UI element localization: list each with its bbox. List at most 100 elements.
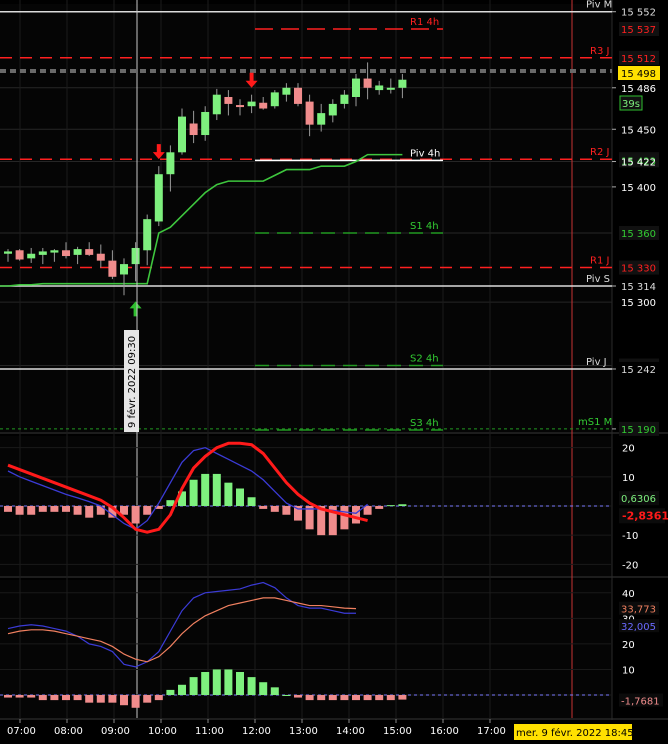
candle-body bbox=[143, 219, 152, 251]
adx-histogram-bar bbox=[201, 672, 210, 695]
adx-histogram-bar bbox=[340, 695, 349, 701]
level-label: R2 J bbox=[590, 147, 609, 158]
adx-histogram-bar bbox=[154, 695, 163, 701]
candle-body bbox=[166, 152, 175, 175]
time-axis-label: 08:00 bbox=[54, 726, 83, 737]
macd-histogram-bar bbox=[143, 506, 152, 515]
macd-axis-label: 20 bbox=[622, 444, 635, 455]
candle-body bbox=[73, 249, 82, 255]
candle-body bbox=[212, 94, 221, 115]
crosshair-time-text: 9 févr. 2022 09:30 bbox=[126, 336, 138, 428]
macd-histogram-bar bbox=[236, 488, 244, 506]
adx-histogram-bar bbox=[143, 695, 152, 703]
candle-body bbox=[386, 87, 395, 90]
candle-body bbox=[259, 102, 268, 109]
macd-histogram-bar bbox=[201, 473, 210, 506]
adx-histogram-bar bbox=[96, 695, 105, 703]
price-axis-badge-text: 15 537 bbox=[621, 25, 656, 36]
price-axis-badge-text: 15 512 bbox=[621, 54, 656, 65]
candle-body bbox=[201, 111, 210, 136]
adx-histogram-bar bbox=[27, 695, 36, 698]
macd-histogram-bar bbox=[15, 506, 24, 515]
time-axis-label: 12:00 bbox=[242, 726, 271, 737]
candle-body bbox=[247, 101, 256, 107]
macd-histogram-bar bbox=[212, 473, 221, 506]
macd-histogram-bar bbox=[4, 506, 12, 512]
adx-histogram-bar bbox=[282, 695, 291, 696]
candle-body bbox=[4, 251, 12, 254]
adx-histogram-bar bbox=[108, 695, 117, 703]
candle-body bbox=[38, 251, 47, 255]
level-label: Piv M bbox=[586, 0, 612, 11]
level-label: S3 4h bbox=[410, 418, 439, 429]
macd-histogram-bar bbox=[38, 506, 47, 512]
adx-axis-label: 10 bbox=[622, 665, 635, 676]
adx-histogram-bar bbox=[247, 677, 256, 695]
time-axis-label: 14:00 bbox=[336, 726, 365, 737]
adx-value-text: 32,005 bbox=[621, 622, 656, 633]
adx-value-text: 33,773 bbox=[621, 605, 656, 616]
price-axis-label: 15 400 bbox=[621, 183, 656, 194]
level-label: R3 J bbox=[590, 46, 609, 57]
candle-body bbox=[305, 101, 314, 125]
macd-histogram-bar bbox=[131, 506, 140, 524]
macd-histogram-bar bbox=[398, 504, 407, 506]
adx-histogram-bar bbox=[73, 695, 82, 701]
macd-histogram-bar bbox=[375, 506, 384, 509]
level-label: S1 4h bbox=[410, 221, 439, 232]
macd-histogram-bar bbox=[363, 506, 372, 515]
time-axis-label: 10:00 bbox=[148, 726, 177, 737]
macd-histogram-bar bbox=[73, 506, 82, 515]
candle-body bbox=[27, 253, 36, 259]
adx-histogram-bar bbox=[224, 669, 233, 695]
adx-histogram-bar bbox=[352, 695, 360, 701]
candle-body bbox=[236, 105, 244, 108]
time-axis-label: 15:00 bbox=[383, 726, 412, 737]
macd-histogram-bar bbox=[352, 506, 360, 524]
candle-body bbox=[352, 78, 360, 97]
macd-histogram-bar bbox=[270, 506, 279, 512]
adx-axis-label: 20 bbox=[622, 640, 635, 651]
candle-body bbox=[398, 79, 407, 88]
candle-body bbox=[108, 260, 117, 277]
adx-histogram-bar bbox=[50, 695, 59, 701]
candle-body bbox=[85, 249, 94, 255]
trading-chart: R1 4h15 537R3 J15 512R2 J15 424Piv 4h15 … bbox=[0, 0, 668, 740]
candle-body bbox=[189, 123, 198, 136]
level-label: S2 4h bbox=[410, 354, 439, 365]
adx-histogram-bar bbox=[212, 669, 221, 695]
adx-histogram-bar bbox=[131, 695, 140, 708]
candle-body bbox=[317, 113, 326, 125]
adx-histogram-bar bbox=[270, 687, 279, 695]
adx-histogram-text: -1,7681 bbox=[621, 697, 660, 708]
macd-axis-label: -10 bbox=[622, 531, 638, 542]
adx-histogram-bar bbox=[328, 695, 337, 701]
countdown-text: 39s bbox=[622, 99, 640, 110]
candle-body bbox=[178, 116, 186, 153]
macd-axis-label: -20 bbox=[622, 560, 638, 571]
chart-canvas[interactable]: R1 4h15 537R3 J15 512R2 J15 424Piv 4h15 … bbox=[0, 0, 668, 740]
adx-histogram-bar bbox=[375, 695, 384, 701]
macd-histogram-bar bbox=[259, 506, 268, 509]
macd-signal-text: -2,8361 bbox=[622, 509, 668, 522]
price-axis-badge-text: 15 552 bbox=[621, 8, 656, 19]
candle-body bbox=[270, 92, 279, 107]
candle-body bbox=[62, 250, 70, 257]
level-label: Piv S bbox=[586, 274, 610, 285]
macd-histogram-bar bbox=[224, 482, 233, 506]
macd-value-text: 0,6306 bbox=[621, 494, 656, 505]
macd-histogram-bar bbox=[340, 506, 349, 530]
price-axis-badge-text: 15 330 bbox=[621, 264, 656, 275]
candle-body bbox=[224, 96, 233, 104]
time-axis-label: 11:00 bbox=[195, 726, 224, 737]
adx-histogram-bar bbox=[15, 695, 24, 698]
macd-histogram-bar bbox=[62, 506, 70, 512]
adx-histogram-bar bbox=[386, 695, 395, 701]
price-axis-badge-text: 15 190 bbox=[621, 425, 656, 436]
price-axis-label: 15 486 bbox=[621, 84, 656, 95]
time-axis-label: 07:00 bbox=[7, 726, 36, 737]
last-price-badge-text: 15 498 bbox=[621, 69, 656, 80]
adx-histogram-bar bbox=[236, 672, 244, 695]
adx-histogram-bar bbox=[38, 695, 47, 701]
price-axis-badge-text: 15 242 bbox=[621, 365, 656, 376]
